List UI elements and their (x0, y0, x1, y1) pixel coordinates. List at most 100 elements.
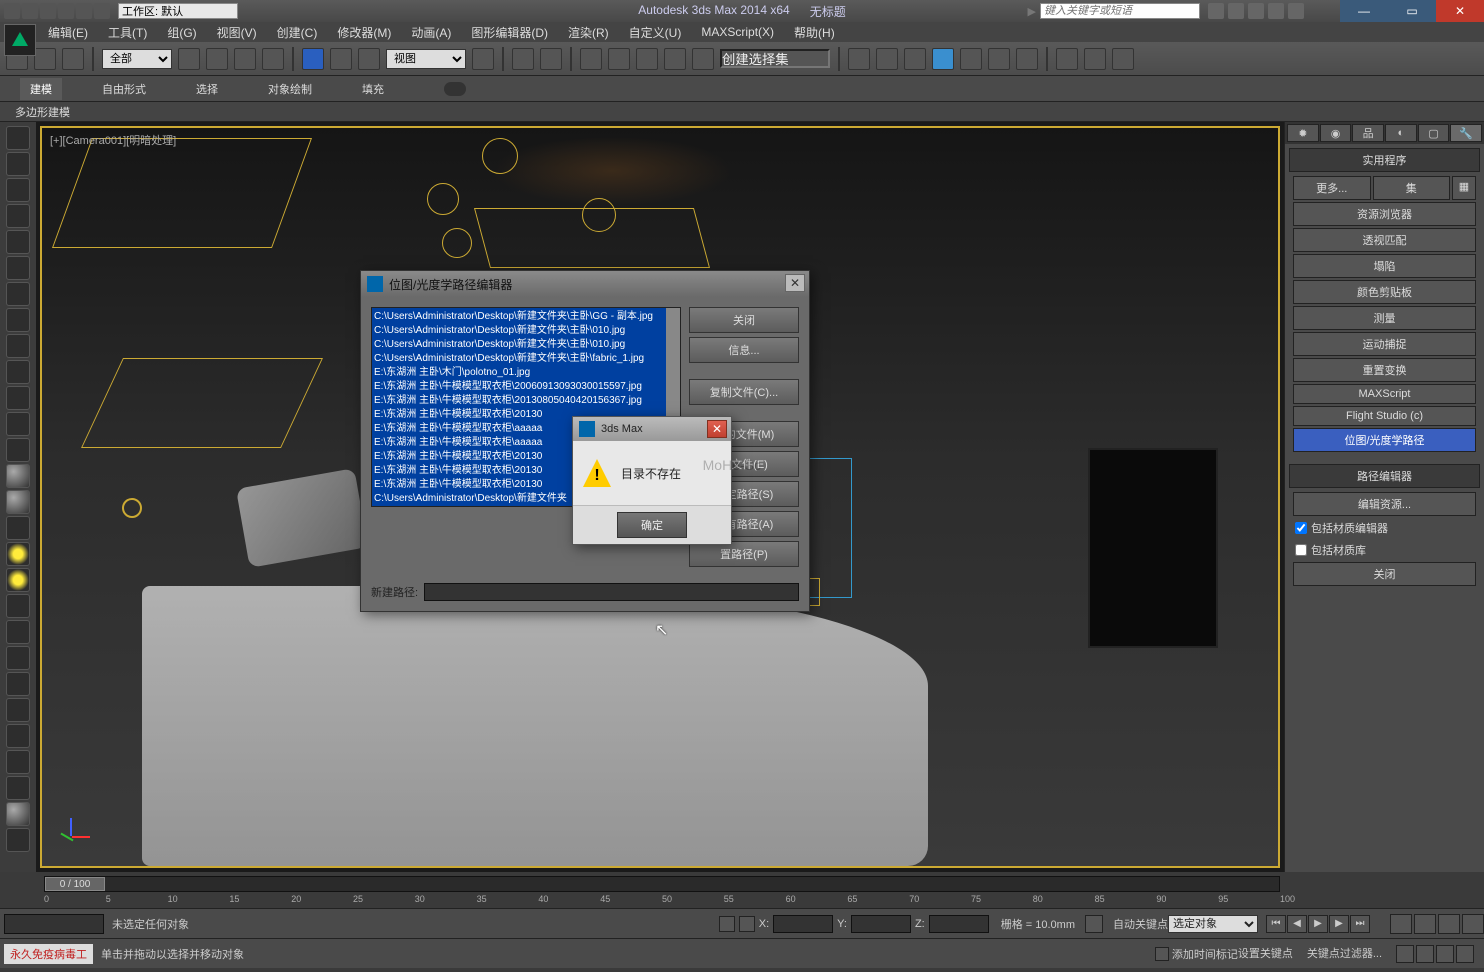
dialog-close-button[interactable]: ✕ (785, 274, 805, 292)
help-icon[interactable] (1288, 3, 1304, 19)
set-key-button[interactable]: 设置关键点 (1238, 945, 1293, 963)
alert-close-button[interactable]: ✕ (707, 420, 727, 438)
binoculars-icon[interactable] (1208, 3, 1224, 19)
goto-start-icon[interactable]: ⏮ (1266, 915, 1286, 933)
named-selection-set[interactable] (720, 49, 830, 68)
menu-maxscript[interactable]: MAXScript(X) (693, 23, 782, 41)
material-editor-icon[interactable] (1016, 48, 1038, 70)
snap-toggle-icon[interactable] (580, 48, 602, 70)
panel-close-button[interactable]: 关闭 (1293, 562, 1476, 586)
sets-button[interactable]: 集 (1373, 176, 1451, 200)
rollout-utilities-header[interactable]: 实用程序 (1289, 148, 1480, 172)
gravity-icon[interactable] (6, 698, 30, 722)
graphite-toggle-icon[interactable] (932, 48, 954, 70)
collapse-button[interactable]: 塌陷 (1293, 254, 1476, 278)
workspace-input[interactable] (118, 3, 238, 19)
menu-modifiers[interactable]: 修改器(M) (329, 22, 399, 43)
utilities-tab-icon[interactable]: 🔧 (1450, 124, 1482, 142)
modify-tab-icon[interactable]: ◉ (1320, 124, 1352, 142)
minimize-button[interactable]: — (1340, 0, 1388, 22)
nav-fov-icon[interactable] (1416, 945, 1434, 963)
ribbon-tab-selection[interactable]: 选择 (186, 78, 228, 100)
bone-icon[interactable] (6, 386, 30, 410)
asset-browser-button[interactable]: 资源浏览器 (1293, 202, 1476, 226)
menu-custom[interactable]: 自定义(U) (621, 22, 690, 43)
display-tab-icon[interactable]: ▢ (1418, 124, 1450, 142)
target-icon[interactable] (6, 334, 30, 358)
more-button[interactable]: 更多... (1293, 176, 1371, 200)
nav-max-icon[interactable] (1462, 914, 1484, 934)
redo-icon[interactable] (76, 3, 92, 19)
time-slider[interactable]: 0 / 100 05101520253035404550556065707580… (40, 874, 1284, 908)
ribbon-panel-poly[interactable]: 多边形建模 (15, 104, 70, 120)
list-item[interactable]: E:\东湖洲 主卧\木门\polotno_01.jpg (374, 366, 678, 380)
particles-icon[interactable] (6, 594, 30, 618)
menu-create[interactable]: 创建(C) (269, 22, 326, 43)
dome-icon[interactable] (6, 438, 30, 462)
play-icon[interactable]: ▶ (1308, 915, 1328, 933)
close-button[interactable]: ✕ (1436, 0, 1484, 22)
workspace-selector[interactable] (118, 3, 238, 19)
link-icon[interactable] (94, 3, 110, 19)
list-item[interactable]: C:\Users\Administrator\Desktop\新建文件夹\主卧\… (374, 324, 678, 338)
antivirus-badge[interactable]: 永久免疫病毒工 (4, 944, 93, 964)
menu-views[interactable]: 视图(V) (209, 22, 265, 43)
include-mtl-lib-check[interactable]: 包括材质库 (1293, 540, 1476, 560)
grass-icon[interactable] (6, 724, 30, 748)
save-icon[interactable] (40, 3, 56, 19)
render-setup-icon[interactable] (1056, 48, 1078, 70)
key-filter-select[interactable]: 选定对象 (1168, 915, 1258, 933)
region-rect-icon[interactable] (234, 48, 256, 70)
include-mtl-editor-check[interactable]: 包括材质编辑器 (1293, 518, 1476, 538)
percent-snap-icon[interactable] (636, 48, 658, 70)
curve-editor-icon[interactable] (960, 48, 982, 70)
ribbon-tab-objpaint[interactable]: 对象绘制 (258, 78, 322, 100)
spray-icon[interactable] (6, 620, 30, 644)
maxscript-button[interactable]: MAXScript (1293, 384, 1476, 404)
alert-ok-button[interactable]: 确定 (617, 512, 687, 538)
key-icon[interactable] (1085, 915, 1103, 933)
plane-icon[interactable] (6, 152, 30, 176)
undo-icon[interactable] (58, 3, 74, 19)
misc-icon[interactable] (6, 802, 30, 826)
schematic-icon[interactable] (988, 48, 1010, 70)
helper-icon[interactable] (6, 360, 30, 384)
measure-button[interactable]: 测量 (1293, 306, 1476, 330)
sphere-icon[interactable] (6, 464, 30, 488)
autokey-label[interactable]: 自动关键点 (1113, 916, 1168, 932)
vray-icon[interactable] (6, 776, 30, 800)
goto-end-icon[interactable]: ⏭ (1350, 915, 1370, 933)
copy-files-button[interactable]: 复制文件(C)... (689, 379, 799, 405)
abs-rel-icon[interactable] (739, 916, 755, 932)
mirror-icon[interactable] (848, 48, 870, 70)
maximize-button[interactable]: ▭ (1388, 0, 1436, 22)
edit-resources-button[interactable]: 编辑资源... (1293, 492, 1476, 516)
favorite-icon[interactable] (1268, 3, 1284, 19)
rotate-tool-icon[interactable] (330, 48, 352, 70)
render-frame-icon[interactable] (1084, 48, 1106, 70)
search-input[interactable] (1040, 3, 1200, 19)
close-button[interactable]: 关闭 (689, 307, 799, 333)
window-crossing-icon[interactable] (262, 48, 284, 70)
camera-icon[interactable] (6, 308, 30, 332)
rollout-path-editor-header[interactable]: 路径编辑器 (1289, 464, 1480, 488)
render-prod-icon[interactable] (1112, 48, 1134, 70)
alert-titlebar[interactable]: 3ds Max ✕ (573, 417, 731, 441)
ribbon-toggle-icon[interactable] (444, 82, 466, 96)
light-spot-icon[interactable] (6, 282, 30, 306)
box-icon[interactable] (6, 178, 30, 202)
hierarchy-tab-icon[interactable]: 品 (1352, 124, 1384, 142)
sun-icon[interactable] (6, 542, 30, 566)
teapot-icon[interactable] (6, 126, 30, 150)
add-time-tag[interactable]: 添加时间标记 (1155, 946, 1238, 962)
snow-icon[interactable] (6, 646, 30, 670)
nav-orbit-icon[interactable] (1438, 914, 1460, 934)
list-item[interactable]: E:\东湖洲 主卧\牛模模型取衣柜\20060913093030015597.j… (374, 380, 678, 394)
torus-icon[interactable] (6, 230, 30, 254)
motion-tab-icon[interactable]: ◐ (1385, 124, 1417, 142)
menu-graph[interactable]: 图形编辑器(D) (463, 22, 556, 43)
nav-zoom-ext-icon[interactable] (1396, 945, 1414, 963)
prev-frame-icon[interactable]: ◀ (1287, 915, 1307, 933)
ref-coord-system[interactable]: 视图 (386, 49, 466, 69)
maxscript-listener[interactable] (4, 914, 104, 934)
